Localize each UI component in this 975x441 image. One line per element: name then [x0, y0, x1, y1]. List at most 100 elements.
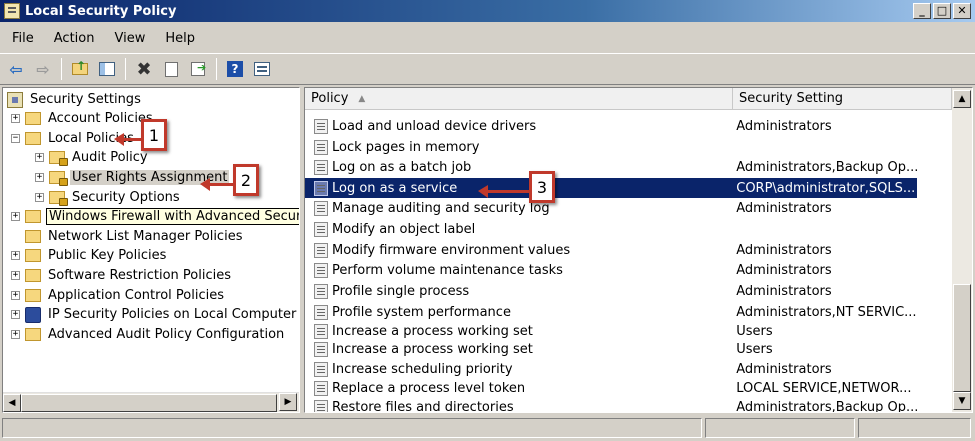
policy-icon: [314, 200, 328, 216]
folder-icon: [25, 328, 41, 341]
menu-view[interactable]: View: [106, 29, 153, 48]
scroll-up-icon[interactable]: ▲: [953, 90, 971, 108]
scroll-right-icon[interactable]: ▶: [279, 393, 297, 411]
ip-security-icon: [25, 306, 41, 323]
close-button[interactable]: ✕: [953, 3, 971, 19]
expand-icon[interactable]: +: [35, 173, 44, 182]
tree-item-ip-security[interactable]: + IP Security Policies on Local Computer: [11, 305, 298, 324]
tree-item-account-policies[interactable]: + Account Policies: [11, 109, 155, 128]
expand-icon[interactable]: +: [11, 251, 20, 260]
policy-row[interactable]: Increase scheduling priority Administrato…: [305, 359, 917, 379]
policy-row[interactable]: Perform volume maintenance tasks Administ…: [305, 260, 917, 280]
menu-file[interactable]: File: [4, 29, 42, 48]
forward-arrow-icon: ⇨: [36, 59, 50, 79]
help-icon: ?: [227, 61, 243, 77]
properties-doc-button[interactable]: [159, 57, 183, 81]
tree-item-application-control[interactable]: + Application Control Policies: [11, 286, 226, 305]
policy-security-setting: Administrators: [736, 283, 832, 299]
policy-name: Restore files and directories: [332, 399, 514, 413]
folder-icon: [25, 132, 41, 145]
collapse-icon[interactable]: −: [11, 134, 20, 143]
scroll-left-icon[interactable]: ◀: [3, 393, 21, 412]
folder-icon: [25, 249, 41, 262]
policy-row[interactable]: Replace a process level token LOCAL SERVI…: [305, 378, 917, 398]
callout-3: 3: [529, 171, 555, 203]
forward-button[interactable]: ⇨: [31, 57, 55, 81]
policy-row[interactable]: Profile single process Administrators: [305, 281, 917, 301]
delete-button[interactable]: ✖: [132, 57, 156, 81]
policy-security-setting: Administrators,Backup Op...: [736, 399, 917, 413]
policy-icon: [314, 304, 328, 320]
policy-row[interactable]: Increase a process working set Users: [305, 339, 917, 359]
policy-name: Modify an object label: [332, 221, 476, 237]
policy-row[interactable]: Profile system performance Administrators…: [305, 302, 917, 322]
policy-name: Lock pages in memory: [332, 139, 480, 155]
column-header-policy[interactable]: Policy ▲: [305, 88, 733, 110]
up-one-level-button[interactable]: [68, 57, 92, 81]
expand-icon[interactable]: +: [11, 114, 20, 123]
scrollbar-thumb[interactable]: [953, 284, 971, 392]
tree-item-advanced-audit[interactable]: + Advanced Audit Policy Configuration: [11, 325, 286, 344]
tree-item-audit-policy[interactable]: + Audit Policy: [35, 148, 150, 167]
policy-row[interactable]: Lock pages in memory: [305, 137, 917, 157]
tree-item-software-restriction[interactable]: + Software Restriction Policies: [11, 266, 233, 285]
status-bar: [0, 416, 975, 441]
minimize-button[interactable]: _: [913, 3, 931, 19]
menu-action[interactable]: Action: [46, 29, 103, 48]
tree-label: Software Restriction Policies: [48, 268, 231, 283]
column-header-security-setting[interactable]: Security Setting: [733, 88, 952, 110]
scroll-down-icon[interactable]: ▼: [953, 392, 971, 410]
tree-item-security-settings[interactable]: Security Settings: [7, 90, 143, 109]
folder-icon: [25, 210, 41, 223]
tree-label: Account Policies: [48, 111, 153, 126]
policy-security-setting: Administrators: [736, 242, 832, 258]
expand-icon[interactable]: +: [11, 291, 20, 300]
policy-name: Profile single process: [332, 283, 470, 299]
properties-button[interactable]: [250, 57, 274, 81]
policy-row[interactable]: Modify firmware environment values Admini…: [305, 240, 917, 260]
tree-item-network-list-manager[interactable]: Network List Manager Policies: [11, 227, 244, 246]
folder-icon: [25, 289, 41, 302]
toolbar: ⇦ ⇨ ✖ ?: [0, 53, 975, 85]
expand-icon[interactable]: +: [35, 153, 44, 162]
expand-icon[interactable]: +: [11, 330, 20, 339]
policy-row[interactable]: Load and unload device drivers Administra…: [305, 116, 917, 136]
expand-icon[interactable]: +: [11, 271, 20, 280]
callout-arrow: [114, 133, 142, 146]
tree-label: Security Settings: [30, 92, 141, 107]
policy-security-setting: Administrators,NT SERVIC...: [736, 304, 917, 320]
console-tree-icon: [99, 62, 115, 76]
policy-row[interactable]: Log on as a service CORP\administrator,SQ…: [305, 178, 917, 198]
menu-help[interactable]: Help: [157, 29, 203, 48]
properties-icon: [254, 62, 270, 76]
column-header-label: Security Setting: [739, 91, 844, 106]
column-header-label: Policy: [311, 91, 349, 106]
show-hide-tree-button[interactable]: [95, 57, 119, 81]
tree-item-security-options[interactable]: + Security Options: [35, 188, 182, 207]
policy-row[interactable]: Restore files and directories Administrat…: [305, 397, 917, 413]
list-vertical-scrollbar[interactable]: ▲ ▼: [952, 88, 972, 412]
scrollbar-thumb[interactable]: [21, 394, 277, 412]
folder-icon: [25, 230, 41, 243]
tree-item-windows-firewall[interactable]: + Windows Firewall with Advanced Securit…: [11, 207, 299, 226]
policy-row[interactable]: Manage auditing and security log Administ…: [305, 198, 917, 218]
tree-horizontal-scrollbar[interactable]: ◀ ▶: [3, 392, 299, 412]
export-list-button[interactable]: [186, 57, 210, 81]
expand-icon[interactable]: +: [35, 193, 44, 202]
policy-security-setting: Administrators: [736, 262, 832, 278]
export-icon: [191, 61, 206, 76]
back-button[interactable]: ⇦: [4, 57, 28, 81]
document-icon: [164, 61, 178, 77]
policy-row[interactable]: Log on as a batch job Administrators,Back…: [305, 157, 917, 177]
policy-row[interactable]: Modify an object label: [305, 219, 917, 239]
policy-icon: [314, 283, 328, 299]
expand-icon[interactable]: +: [11, 310, 20, 319]
help-button[interactable]: ?: [223, 57, 247, 81]
policy-icon: [314, 380, 328, 396]
policy-icon: [314, 139, 328, 155]
expand-icon[interactable]: +: [11, 212, 20, 221]
list-header: Policy ▲ Security Setting: [305, 88, 952, 110]
maximize-button[interactable]: □: [933, 3, 951, 19]
policy-row[interactable]: Increase a process working set Users: [305, 321, 917, 341]
tree-item-public-key-policies[interactable]: + Public Key Policies: [11, 246, 168, 265]
